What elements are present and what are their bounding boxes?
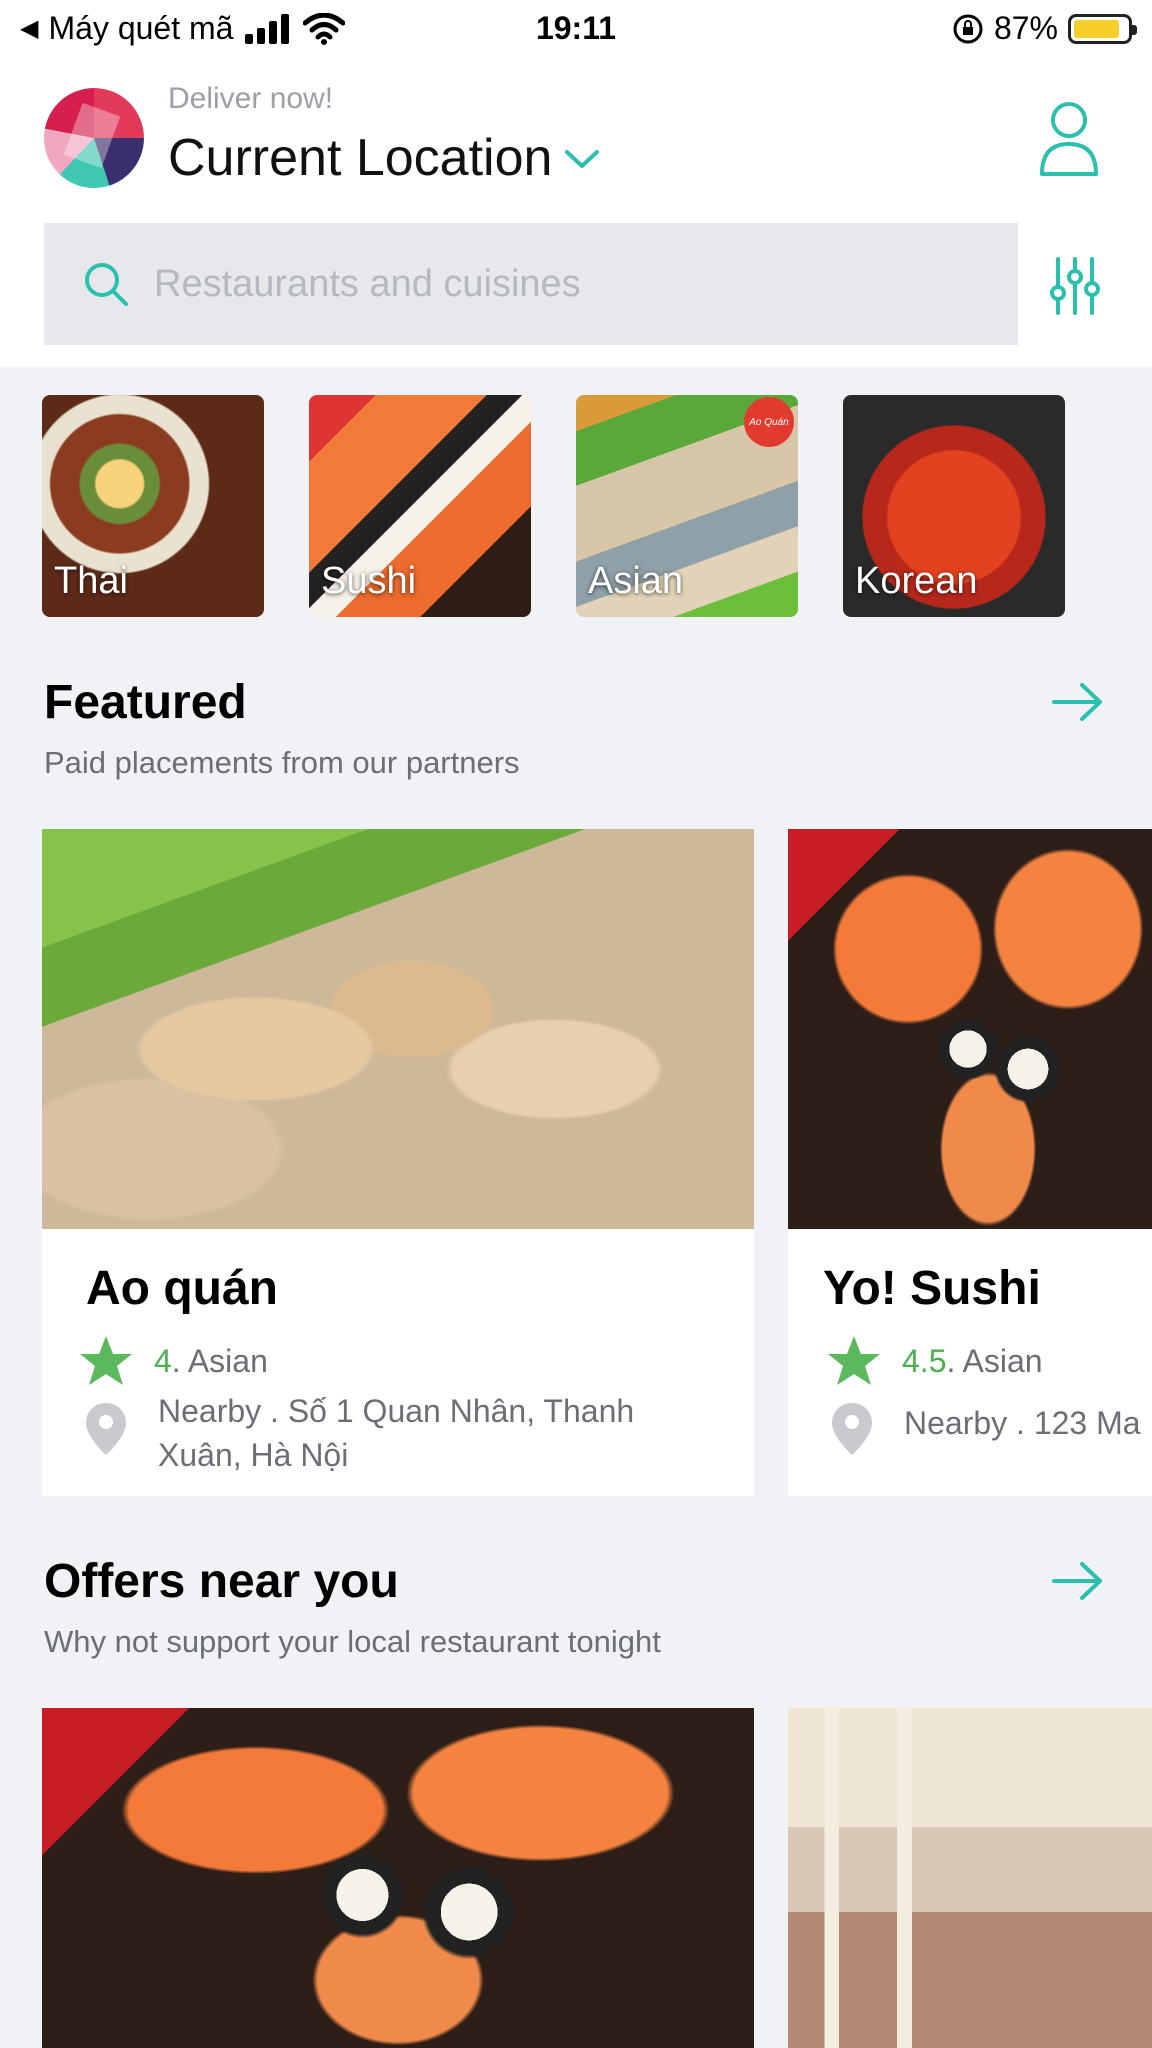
header: Deliver now! Current Location bbox=[0, 60, 1152, 367]
profile-icon[interactable] bbox=[1038, 100, 1100, 178]
featured-subtitle: Paid placements from our partners bbox=[44, 745, 520, 780]
star-icon bbox=[828, 1336, 880, 1385]
address-row: Nearby . Số 1 Quan Nhân, Thanh Xuân, Hà … bbox=[84, 1389, 718, 1477]
chevron-down-icon bbox=[565, 150, 600, 168]
category-label: Thai bbox=[54, 560, 128, 602]
rating-value: 4.5 bbox=[902, 1342, 947, 1379]
rating-value: 4 bbox=[154, 1342, 172, 1379]
offer-image bbox=[788, 1708, 1152, 2048]
search-icon bbox=[85, 263, 128, 306]
address-row: Nearby . 123 Ma bbox=[830, 1389, 1141, 1457]
cuisine-label: . Asian bbox=[171, 1342, 268, 1379]
category-carousel: Thai Sushi Ao Quán Asian Korean bbox=[42, 395, 1065, 617]
offers-subtitle: Why not support your local restaurant to… bbox=[44, 1624, 661, 1659]
battery-percent: 87% bbox=[993, 10, 1058, 46]
offer-card[interactable] bbox=[788, 1708, 1152, 2048]
brand-badge: Ao Quán bbox=[744, 397, 794, 447]
restaurant-card-ao-quan[interactable]: Ao quán 4 . Asian Nearby . Số 1 Quan Nhâ… bbox=[42, 829, 754, 1496]
rotation-lock-icon bbox=[953, 14, 983, 43]
filter-icon[interactable] bbox=[1050, 257, 1100, 315]
search-input[interactable] bbox=[154, 262, 974, 306]
deliver-label: Deliver now! bbox=[168, 82, 334, 115]
search-bar[interactable] bbox=[44, 223, 1018, 345]
category-thai[interactable]: Thai bbox=[42, 395, 264, 617]
offer-card[interactable] bbox=[42, 1708, 754, 2048]
category-korean[interactable]: Korean bbox=[843, 395, 1065, 617]
restaurant-address: Nearby . 123 Ma bbox=[904, 1405, 1141, 1441]
offers-arrow-icon[interactable] bbox=[1052, 1561, 1104, 1601]
restaurant-name: Ao quán bbox=[86, 1262, 278, 1315]
status-bar: ◀ Máy quét mã 19:11 87% bbox=[0, 0, 1152, 60]
category-label: Asian bbox=[588, 560, 684, 602]
category-asian[interactable]: Ao Quán Asian bbox=[576, 395, 798, 617]
status-bar-right: 87% bbox=[952, 10, 1137, 47]
restaurant-name: Yo! Sushi bbox=[823, 1262, 1041, 1315]
restaurant-image bbox=[788, 829, 1152, 1229]
restaurant-address: Nearby . Số 1 Quan Nhân, Thanh Xuân, Hà … bbox=[158, 1393, 635, 1473]
restaurant-image bbox=[42, 829, 754, 1229]
featured-arrow-icon[interactable] bbox=[1052, 682, 1104, 722]
location-label: Current Location bbox=[168, 129, 553, 187]
location-selector[interactable]: Current Location bbox=[168, 128, 602, 188]
battery-level bbox=[1074, 19, 1120, 38]
category-sushi[interactable]: Sushi bbox=[309, 395, 531, 617]
category-label: Korean bbox=[855, 560, 978, 602]
restaurant-card-yo-sushi[interactable]: Yo! Sushi 4.5 . Asian Nearby . 123 Ma bbox=[788, 829, 1152, 1496]
cuisine-label: . Asian bbox=[946, 1342, 1043, 1379]
location-pin-icon bbox=[86, 1403, 126, 1455]
rating-row: 4.5 . Asian bbox=[826, 1334, 1043, 1388]
offer-image bbox=[42, 1708, 754, 2048]
location-pin-icon bbox=[832, 1403, 872, 1455]
category-label: Sushi bbox=[321, 560, 417, 602]
avatar[interactable] bbox=[44, 88, 144, 188]
rating-row: 4 . Asian bbox=[78, 1334, 268, 1388]
featured-title: Featured bbox=[44, 676, 247, 729]
star-icon bbox=[80, 1336, 132, 1385]
battery-icon bbox=[1068, 13, 1137, 44]
offers-title: Offers near you bbox=[44, 1555, 399, 1608]
